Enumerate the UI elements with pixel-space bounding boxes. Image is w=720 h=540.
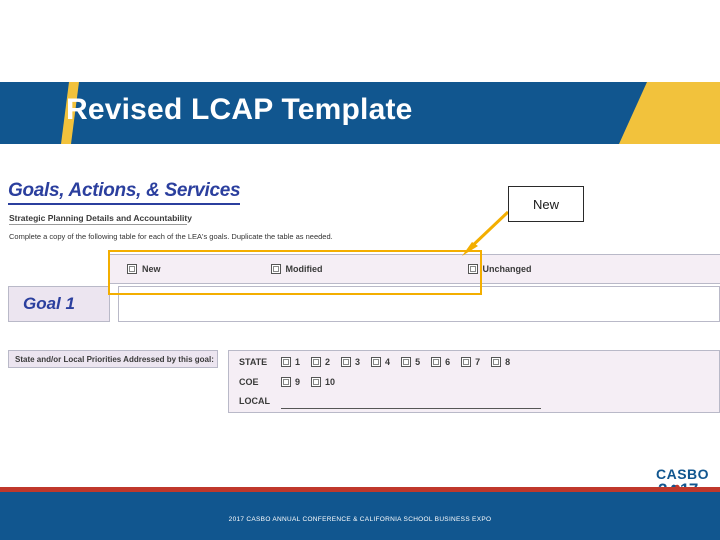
- priority-checkbox-state-8[interactable]: 8: [491, 357, 510, 367]
- priority-number: 6: [445, 357, 451, 367]
- priority-row-coe: COE 9 10: [239, 377, 346, 387]
- checkbox-label: Unchanged: [482, 264, 532, 274]
- checkbox-icon[interactable]: [281, 377, 291, 387]
- priority-checkbox-coe-9[interactable]: 9: [281, 377, 300, 387]
- priority-checkbox-state-6[interactable]: 6: [431, 357, 450, 367]
- priority-number: 9: [295, 377, 301, 387]
- footer-text: 2017 CASBO ANNUAL CONFERENCE & CALIFORNI…: [228, 516, 492, 523]
- priority-checkbox-state-1[interactable]: 1: [281, 357, 300, 367]
- goal-label: Goal 1: [23, 294, 75, 313]
- priority-checkbox-state-5[interactable]: 5: [401, 357, 420, 367]
- doc-subheading: Strategic Planning Details and Accountab…: [9, 213, 192, 223]
- priority-number: 4: [385, 357, 391, 367]
- priority-checkbox-state-3[interactable]: 3: [341, 357, 360, 367]
- checkbox-icon[interactable]: [311, 357, 322, 367]
- slide-title-banner: Revised LCAP Template: [0, 82, 720, 144]
- priority-number: 3: [355, 357, 361, 367]
- checkbox-icon[interactable]: [371, 357, 382, 367]
- priority-row-tag: COE: [239, 377, 259, 387]
- priority-row-tag: LOCAL: [239, 396, 270, 406]
- priority-checkbox-state-7[interactable]: 7: [461, 357, 480, 367]
- priority-number: 2: [325, 357, 331, 367]
- lcap-template-screenshot: Goals, Actions, & Services Strategic Pla…: [0, 168, 720, 438]
- priority-number: 8: [505, 357, 511, 367]
- checkbox-icon[interactable]: [311, 377, 322, 387]
- priorities-label-cell: State and/or Local Priorities Addressed …: [8, 350, 218, 368]
- priority-number: 10: [325, 377, 336, 387]
- priority-checkbox-coe-10[interactable]: 10: [311, 377, 335, 387]
- priorities-options-cell: STATE 1 2 3 4 5 6 7 8 COE 9 10 LOCAL: [228, 350, 720, 413]
- priorities-label: State and/or Local Priorities Addressed …: [15, 354, 214, 364]
- priority-row-local: LOCAL: [239, 396, 541, 409]
- doc-section-heading: Goals, Actions, & Services: [8, 180, 241, 205]
- highlight-rectangle: [108, 250, 482, 295]
- callout-box: New: [508, 186, 584, 222]
- checkbox-icon[interactable]: [491, 357, 502, 367]
- priority-row-state: STATE 1 2 3 4 5 6 7 8: [239, 357, 521, 367]
- checkbox-icon[interactable]: [461, 357, 472, 367]
- priority-number: 5: [415, 357, 421, 367]
- priorities-block: State and/or Local Priorities Addressed …: [0, 350, 720, 413]
- priority-checkbox-state-2[interactable]: 2: [311, 357, 330, 367]
- checkbox-icon[interactable]: [431, 357, 442, 367]
- checkbox-icon[interactable]: [401, 357, 412, 367]
- page-title: Revised LCAP Template: [66, 93, 413, 126]
- checkbox-icon[interactable]: [281, 357, 291, 367]
- doc-instruction-text: Complete a copy of the following table f…: [9, 232, 333, 241]
- goal-label-cell: Goal 1: [8, 286, 110, 322]
- priority-number: 7: [475, 357, 481, 367]
- priority-number: 1: [295, 357, 301, 367]
- priority-checkbox-state-4[interactable]: 4: [371, 357, 390, 367]
- callout-label: New: [532, 196, 559, 212]
- doc-subheading-rule: [9, 224, 187, 225]
- checkbox-icon[interactable]: [341, 357, 352, 367]
- local-priority-blank-line[interactable]: [281, 408, 541, 409]
- priority-row-tag: STATE: [239, 357, 268, 367]
